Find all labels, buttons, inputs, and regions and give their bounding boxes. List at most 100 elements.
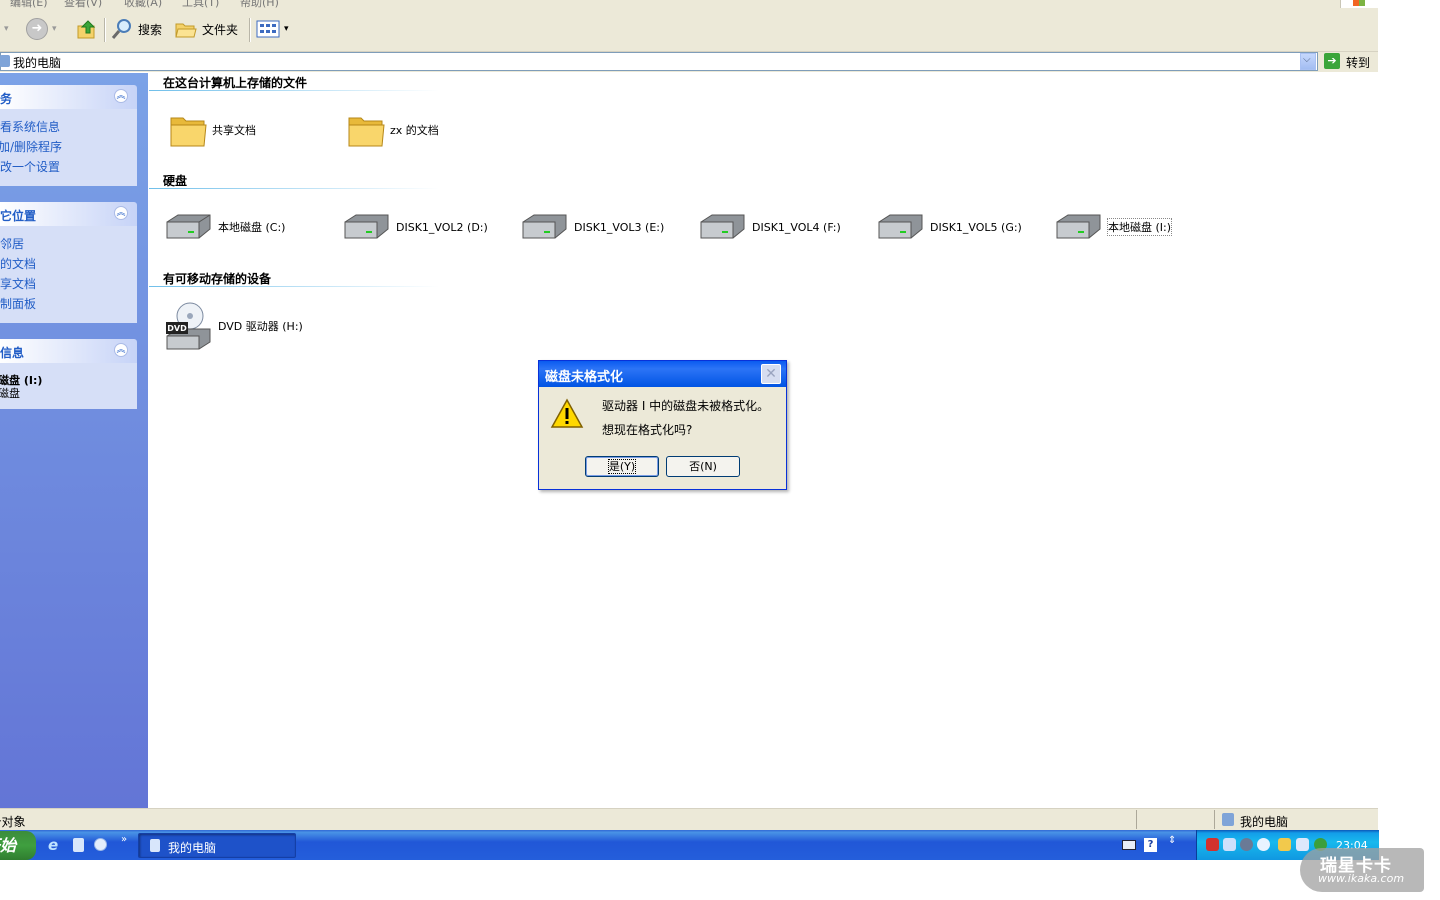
go-arrow-icon[interactable]: ➔ [1324,53,1340,69]
detail-type: 本地磁盘 [0,387,20,400]
link-view-system-info[interactable]: 查看系统信息 [0,118,60,135]
link-shared-documents[interactable]: 共享文档 [0,275,36,292]
up-folder-icon [77,20,96,39]
item-label: DISK1_VOL2 (D:) [396,220,488,234]
menu-view[interactable]: 查看(V) [64,0,102,8]
disk-item-e[interactable]: DISK1_VOL3 (E:) [520,212,664,242]
panel-other-places: 网上邻居 我的文档 共享文档 控制面板 [0,226,137,323]
collapse-chevron-icon[interactable]: ︽ [114,89,128,103]
panel-title: 任务 [0,92,13,106]
section-title-files: 在这台计算机上存储的文件 [163,76,308,90]
dialog-message-line2: 想现在格式化吗? [602,423,693,437]
item-label: 本地磁盘 (C:) [218,221,286,234]
go-button[interactable]: 转到 [1346,54,1370,71]
status-bar [0,808,1378,831]
folders-icon [175,23,197,38]
address-field[interactable] [0,52,1318,71]
hard-disk-icon [522,214,567,239]
task-pane: 任务 ︽ 查看系统信息 添加/删除程序 更改一个设置 其它位置 ︽ 网上邻居 我… [0,73,148,808]
search-button[interactable]: 搜索 [110,16,162,42]
yes-label: 是(Y) [607,459,637,474]
volume-icon[interactable] [1240,838,1253,851]
address-dropdown-button[interactable]: ⌵ [1300,53,1316,70]
toolbar: ▾ ➜ ▾ 搜索 文件夹 ▾ [0,8,1378,52]
disk-item-c[interactable]: 本地磁盘 (C:) [164,212,285,242]
help-icon[interactable]: ? [1144,838,1157,852]
menu-bar: 编辑(E) 查看(V) 收藏(A) 工具(T) 帮助(H) [0,0,1378,8]
warning-icon [550,398,584,428]
keyboard-icon[interactable] [1122,840,1136,850]
hard-disk-icon [166,214,211,239]
folder-icon [170,117,207,147]
language-bar-options-icon[interactable]: ⇕ [1168,835,1176,846]
hard-disk-icon [1056,214,1101,239]
dialog-title: 磁盘未格式化 [545,370,624,385]
panel-header-system-tasks[interactable]: 任务 ︽ [0,85,137,109]
panel-header-other-places[interactable]: 其它位置 ︽ [0,202,137,226]
dvd-drive-icon: DVD [166,302,211,350]
link-my-documents[interactable]: 我的文档 [0,255,36,272]
folders-button[interactable]: 文件夹 [174,16,238,42]
quicklaunch-more-icon[interactable]: » [121,834,127,845]
ie-quicklaunch-icon[interactable]: e [48,836,58,854]
folder-item-shared-docs[interactable]: 共享文档 [168,110,256,150]
panel-details: 本地磁盘 (I:) 本地磁盘 [0,363,137,409]
taskbar-item-my-computer[interactable] [138,833,296,858]
up-folder-button[interactable] [76,16,98,42]
chevron-down-icon: ▾ [4,24,9,34]
back-dropdown[interactable]: ▾ [4,16,9,42]
views-icon [256,20,280,38]
disk-item-g[interactable]: DISK1_VOL5 (G:) [876,212,1022,242]
collapse-chevron-icon[interactable]: ︽ [114,206,128,220]
item-label: DISK1_VOL4 (F:) [752,220,841,234]
panel-title: 详细信息 [0,346,25,360]
my-computer-quicklaunch-icon[interactable] [73,838,84,852]
panel-title: 其它位置 [0,209,37,223]
menu-help[interactable]: 帮助(H) [240,0,279,8]
link-control-panel[interactable]: 控制面板 [0,295,36,312]
network-icon[interactable] [1223,838,1236,851]
hard-disk-icon [878,214,923,239]
link-network-places[interactable]: 网上邻居 [0,235,24,252]
panel-system-tasks: 查看系统信息 添加/删除程序 更改一个设置 [0,109,137,186]
hard-disk-icon [344,214,389,239]
computer-icon [150,839,160,852]
link-change-setting[interactable]: 更改一个设置 [0,158,60,175]
yes-button[interactable]: 是(Y) [585,456,659,477]
menu-tools[interactable]: 工具(T) [182,0,219,8]
views-button[interactable]: ▾ [256,16,289,42]
disk-item-i[interactable]: 本地磁盘 (I:) [1054,212,1173,242]
address-value: 我的电脑 [13,56,62,70]
chevron-down-icon: ⌵ [1303,54,1311,65]
folder-item-zx-docs[interactable]: zx 的文档 [346,110,439,150]
item-label: DVD 驱动器 (H:) [218,320,303,333]
collapse-chevron-icon[interactable]: ︽ [114,343,128,357]
menu-edit[interactable]: 编辑(E) [10,0,48,8]
link-add-remove-programs[interactable]: 添加/删除程序 [0,138,62,155]
hard-disk-icon [700,214,745,239]
chevron-down-icon: ▾ [284,24,289,34]
folder-icon [348,117,385,147]
section-title-disks: 硬盘 [163,174,188,188]
disk-item-d[interactable]: DISK1_VOL2 (D:) [342,212,488,242]
status-object-count: 6 个对象 [0,815,26,829]
disk-item-f[interactable]: DISK1_VOL4 (F:) [698,212,841,242]
security-lock-icon[interactable] [1278,838,1291,851]
forward-button[interactable]: ➜ ▾ [26,16,57,42]
antivirus-shield-icon[interactable] [1206,838,1219,851]
item-label: zx 的文档 [390,124,439,137]
section-title-removable: 有可移动存储的设备 [163,272,272,286]
dvd-drive-item[interactable]: DVD DVD 驱动器 (H:) [164,302,303,350]
no-button[interactable]: 否(N) [666,456,740,477]
update-icon[interactable] [1257,838,1270,851]
panel-header-details[interactable]: 详细信息 ︽ [0,339,137,363]
computer-icon [0,55,10,67]
connection-icon[interactable] [1296,838,1309,851]
menu-favorites[interactable]: 收藏(A) [124,0,162,8]
search-label: 搜索 [138,22,163,37]
chevron-down-icon: ▾ [52,24,57,34]
start-button[interactable]: 开始 [0,831,36,860]
dialog-close-button[interactable]: ✕ [761,364,781,384]
media-quicklaunch-icon[interactable] [94,838,107,851]
forward-arrow-icon: ➜ [26,18,48,40]
